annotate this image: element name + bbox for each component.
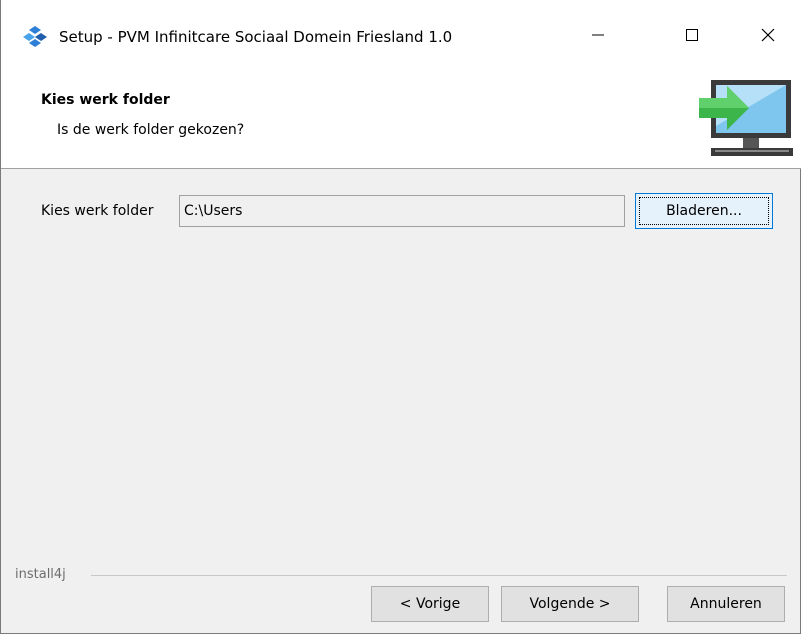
maximize-button[interactable]: [663, 12, 721, 58]
folder-path-input[interactable]: [179, 195, 625, 227]
next-button-label: Volgende >: [529, 596, 611, 612]
close-icon: [761, 28, 775, 42]
next-button[interactable]: Volgende >: [501, 586, 639, 622]
setup-window: Setup - PVM Infinitcare Sociaal Domein F…: [0, 0, 801, 634]
cancel-button[interactable]: Annuleren: [667, 586, 785, 622]
title-bar[interactable]: Setup - PVM Infinitcare Sociaal Domein F…: [1, 0, 801, 70]
minimize-icon: [592, 34, 604, 36]
footer-divider: [91, 575, 787, 576]
maximize-icon: [686, 29, 698, 41]
page-title: Kies werk folder: [41, 92, 170, 108]
cancel-button-label: Annuleren: [690, 596, 762, 612]
previous-button-label: < Vorige: [399, 596, 461, 612]
page-subtitle: Is de werk folder gekozen?: [57, 122, 245, 138]
close-button[interactable]: [739, 12, 797, 58]
focus-ring: [639, 197, 769, 225]
page-header: Kies werk folder Is de werk folder gekoz…: [1, 70, 801, 169]
window-title: Setup - PVM Infinitcare Sociaal Domein F…: [59, 28, 453, 46]
folder-label: Kies werk folder: [41, 203, 154, 219]
previous-button[interactable]: < Vorige: [371, 586, 489, 622]
monitor-arrow-icon: [699, 80, 793, 156]
install4j-branding: install4j: [15, 567, 66, 582]
minimize-button[interactable]: [569, 12, 627, 58]
browse-button[interactable]: Bladeren...: [635, 193, 773, 229]
content-area: Kies werk folder Bladeren...: [1, 169, 801, 549]
install-app-icon: [23, 26, 47, 47]
